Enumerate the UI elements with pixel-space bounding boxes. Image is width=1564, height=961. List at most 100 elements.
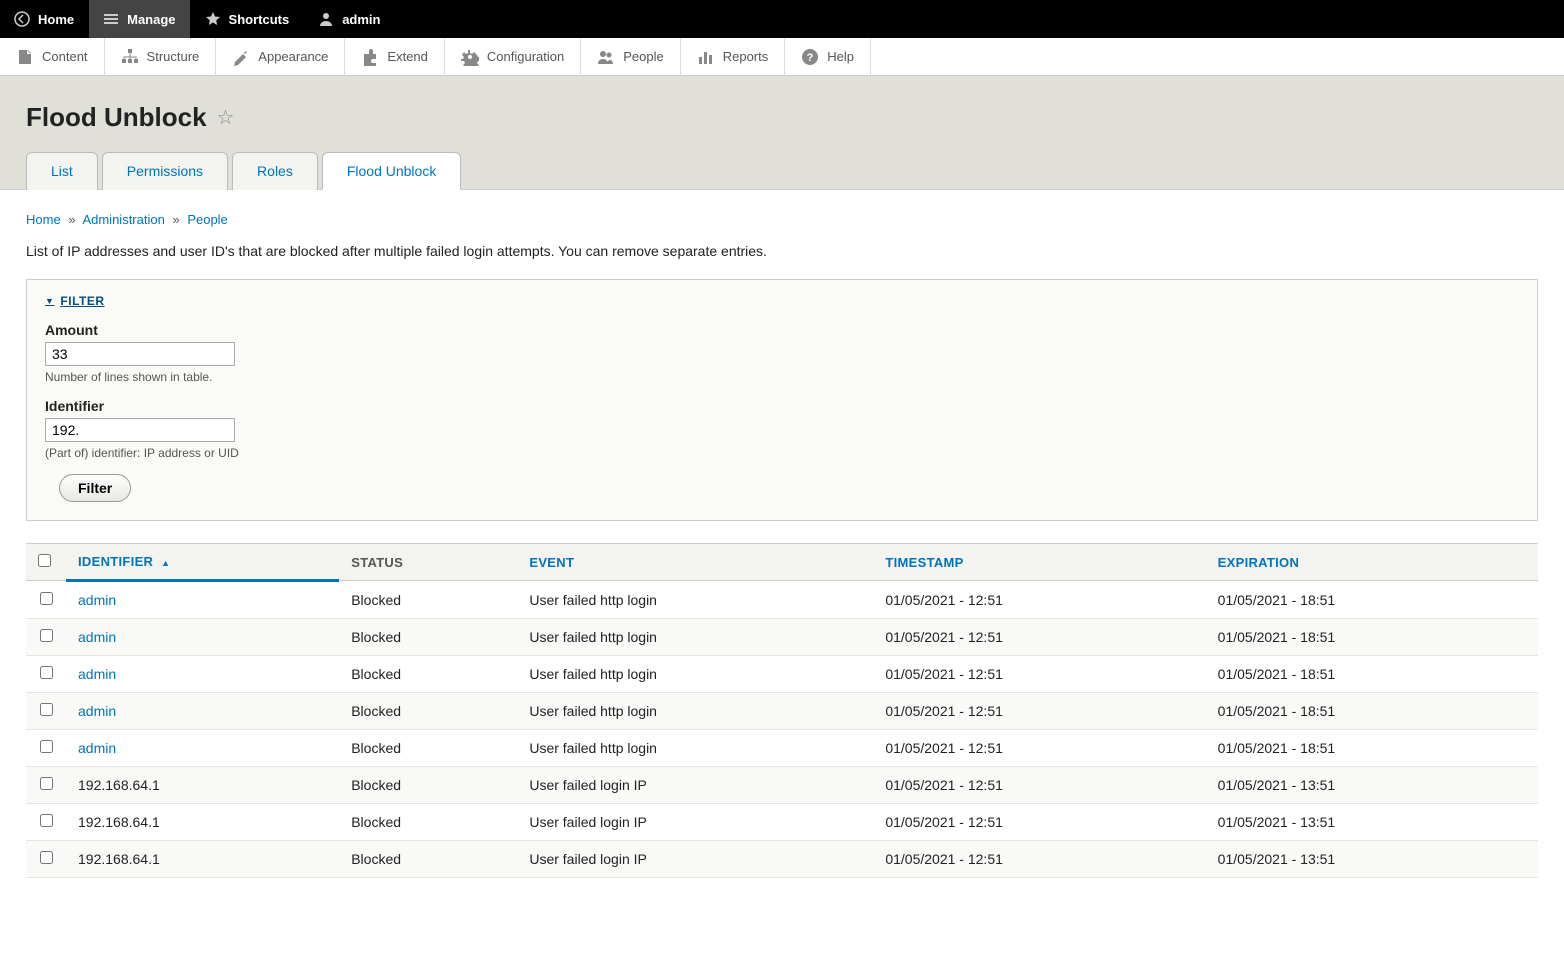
col-expiration-label[interactable]: EXPIRATION [1218, 555, 1300, 570]
col-event-label[interactable]: EVENT [529, 555, 574, 570]
row-checkbox[interactable] [40, 851, 53, 864]
identifier-description: (Part of) identifier: IP address or UID [45, 446, 1519, 460]
identifier-input[interactable] [45, 418, 235, 442]
toolbar-shortcuts[interactable]: Shortcuts [191, 0, 305, 38]
row-checkbox-cell [26, 804, 66, 841]
people-icon [597, 48, 615, 66]
row-checkbox-cell [26, 693, 66, 730]
table-row: 192.168.64.1BlockedUser failed login IP0… [26, 767, 1538, 804]
row-checkbox[interactable] [40, 629, 53, 642]
row-timestamp: 01/05/2021 - 12:51 [873, 767, 1205, 804]
admin-menu-appearance-label: Appearance [258, 49, 328, 64]
row-event: User failed login IP [517, 767, 873, 804]
row-status: Blocked [339, 730, 517, 767]
row-identifier: admin [66, 730, 339, 767]
row-status: Blocked [339, 841, 517, 878]
filter-fieldset: ▼ FILTER Amount Number of lines shown in… [26, 279, 1538, 521]
identifier-link[interactable]: admin [78, 666, 116, 682]
row-status: Blocked [339, 619, 517, 656]
row-checkbox[interactable] [40, 777, 53, 790]
row-event: User failed login IP [517, 841, 873, 878]
row-identifier: admin [66, 656, 339, 693]
admin-menu: Content Structure Appearance Extend Conf… [0, 38, 1564, 76]
row-checkbox[interactable] [40, 814, 53, 827]
tab-list[interactable]: List [26, 152, 98, 190]
row-expiration: 01/05/2021 - 18:51 [1206, 581, 1538, 619]
amount-label: Amount [45, 322, 1519, 338]
favorite-star-icon[interactable]: ☆ [217, 105, 235, 130]
row-checkbox[interactable] [40, 703, 53, 716]
col-timestamp-label[interactable]: TIMESTAMP [885, 555, 963, 570]
admin-menu-structure[interactable]: Structure [105, 38, 217, 75]
filter-button[interactable]: Filter [59, 474, 131, 502]
star-icon [205, 11, 221, 27]
row-identifier: admin [66, 619, 339, 656]
table-row: adminBlockedUser failed http login01/05/… [26, 730, 1538, 767]
select-all-checkbox[interactable] [38, 554, 51, 567]
row-expiration: 01/05/2021 - 13:51 [1206, 804, 1538, 841]
disclosure-triangle-icon: ▼ [45, 296, 54, 306]
row-expiration: 01/05/2021 - 13:51 [1206, 841, 1538, 878]
toolbar-manage[interactable]: Manage [89, 0, 190, 38]
breadcrumb: Home » Administration » People [26, 212, 1538, 227]
sort-asc-icon: ▲ [161, 558, 170, 568]
page-header: Flood Unblock ☆ List Permissions Roles F… [0, 76, 1564, 190]
user-icon [318, 11, 334, 27]
col-event[interactable]: EVENT [517, 544, 873, 581]
row-event: User failed http login [517, 619, 873, 656]
breadcrumb-sep: » [172, 212, 179, 227]
tab-roles[interactable]: Roles [232, 152, 318, 190]
row-status: Blocked [339, 804, 517, 841]
col-identifier-label[interactable]: IDENTIFIER [78, 554, 153, 569]
col-expiration[interactable]: EXPIRATION [1206, 544, 1538, 581]
hamburger-icon [103, 11, 119, 27]
table-row: adminBlockedUser failed http login01/05/… [26, 619, 1538, 656]
row-event: User failed login IP [517, 804, 873, 841]
admin-menu-people[interactable]: People [581, 38, 680, 75]
primary-tabs: List Permissions Roles Flood Unblock [0, 152, 1564, 190]
row-event: User failed http login [517, 656, 873, 693]
row-checkbox-cell [26, 730, 66, 767]
identifier-link[interactable]: admin [78, 629, 116, 645]
select-all-header [26, 544, 66, 581]
filter-legend-label: FILTER [60, 294, 104, 308]
breadcrumb-administration[interactable]: Administration [82, 212, 164, 227]
row-identifier: 192.168.64.1 [66, 804, 339, 841]
row-timestamp: 01/05/2021 - 12:51 [873, 581, 1205, 619]
row-event: User failed http login [517, 581, 873, 619]
help-icon: ? [801, 48, 819, 66]
tab-permissions[interactable]: Permissions [102, 152, 228, 190]
row-checkbox[interactable] [40, 740, 53, 753]
row-checkbox-cell [26, 581, 66, 619]
col-identifier[interactable]: IDENTIFIER ▲ [66, 544, 339, 581]
admin-menu-content[interactable]: Content [0, 38, 105, 75]
amount-input[interactable] [45, 342, 235, 366]
appearance-icon [232, 48, 250, 66]
row-checkbox[interactable] [40, 666, 53, 679]
identifier-link[interactable]: admin [78, 592, 116, 608]
row-identifier: admin [66, 581, 339, 619]
table-row: 192.168.64.1BlockedUser failed login IP0… [26, 841, 1538, 878]
admin-menu-appearance[interactable]: Appearance [216, 38, 345, 75]
admin-menu-configuration[interactable]: Configuration [445, 38, 581, 75]
row-status: Blocked [339, 656, 517, 693]
filter-legend[interactable]: ▼ FILTER [45, 294, 1519, 308]
breadcrumb-home[interactable]: Home [26, 212, 61, 227]
admin-menu-help[interactable]: ? Help [785, 38, 871, 75]
admin-menu-extend[interactable]: Extend [345, 38, 444, 75]
identifier-link[interactable]: admin [78, 740, 116, 756]
row-checkbox-cell [26, 619, 66, 656]
svg-text:?: ? [807, 52, 814, 64]
admin-menu-reports[interactable]: Reports [681, 38, 786, 75]
col-timestamp[interactable]: TIMESTAMP [873, 544, 1205, 581]
identifier-link[interactable]: admin [78, 703, 116, 719]
breadcrumb-people[interactable]: People [187, 212, 227, 227]
reports-icon [697, 48, 715, 66]
tab-flood-unblock[interactable]: Flood Unblock [322, 152, 462, 190]
table-row: adminBlockedUser failed http login01/05/… [26, 656, 1538, 693]
structure-icon [121, 48, 139, 66]
toolbar-home[interactable]: Home [0, 0, 89, 38]
row-checkbox[interactable] [40, 592, 53, 605]
main-content: Home » Administration » People List of I… [0, 190, 1564, 900]
toolbar-user[interactable]: admin [304, 0, 395, 38]
